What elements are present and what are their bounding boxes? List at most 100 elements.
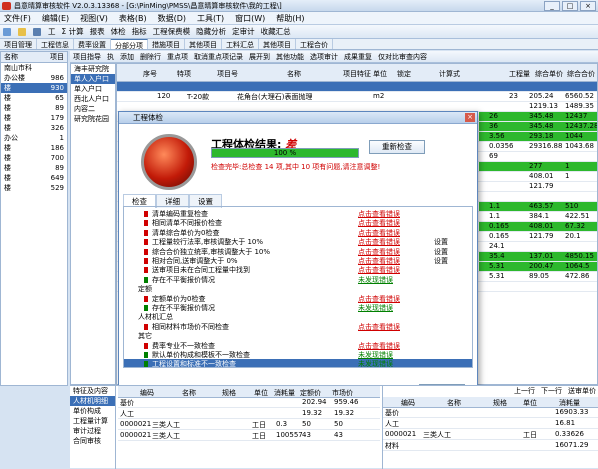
tree-item[interactable]: 南山市科 [1,63,67,73]
nav-item[interactable]: 内容二 [71,104,115,114]
project-tree: 名称 项目 南山市科 办公楼 986 楼 930 楼 65 楼 89 楼 179 楼 326 办公 1 楼 186… [0,51,68,386]
tree-item[interactable]: 楼 930 [1,83,67,93]
tb-report[interactable]: 报表 [90,26,105,37]
recheck-button[interactable]: 重新检查 [369,140,425,154]
tab-total[interactable]: 工程合价 [296,39,333,49]
maximize-button[interactable]: □ [562,1,578,11]
tree-item[interactable]: 楼 186 [1,143,67,153]
bottom-side-item[interactable]: 审计过程 [70,426,115,436]
tb2-dup[interactable]: 成果重复 [344,52,372,62]
save-icon[interactable] [33,27,41,36]
result-orb-icon [141,134,197,190]
tree-item-label: 楼 [4,84,11,92]
tree-item[interactable]: 楼 326 [1,123,67,133]
table-row[interactable]: 材料 16071.29 [383,441,598,451]
tb2-other[interactable]: 其他功能 [276,52,304,62]
table-row[interactable]: 人工 16.81 [383,419,598,429]
nav-item[interactable]: 单人入户口 [71,74,115,84]
tree-item[interactable]: 楼 700 [1,153,67,163]
check-status-link[interactable]: 未发现错误 [358,359,393,367]
tree-item[interactable]: 楼 65 [1,93,67,103]
tab-rate[interactable]: 费率设置 [74,39,111,49]
menu-edit[interactable]: 编辑(E) [42,13,69,24]
nav-item[interactable]: 西北人户口 [71,94,115,104]
tree-item[interactable]: 楼 649 [1,173,67,183]
nav-item[interactable]: 单入户口 [71,84,115,94]
table-row[interactable]: 0000021 三类人工 工日 0.33626 [383,430,598,440]
table-cell: 工日 [252,421,266,429]
tree-item-value: 179 [50,114,64,122]
close-button[interactable]: × [580,1,596,11]
table-cell: 463.57 [529,202,554,210]
tb2-add[interactable]: 添加 [120,52,134,62]
tb-hide[interactable]: 隐藏分析 [196,26,226,37]
table-cell: 36 [489,122,498,130]
table-cell: 16903.33 [555,408,589,416]
bottom-side-item[interactable]: 人材机明细 [70,396,115,406]
bottom-side-item[interactable]: 合同审核 [70,436,115,446]
tb2-expand[interactable]: 展开到 [249,52,270,62]
new-icon[interactable] [3,27,11,36]
tree-item[interactable]: 楼 89 [1,103,67,113]
table-row[interactable]: 基价 202.94 959.46 [118,398,380,408]
bottom-side-item[interactable]: 特征及内容 [70,386,115,396]
table-row[interactable]: 基价 16903.33 [383,408,598,418]
bottom-side-item[interactable]: 单价构成 [70,406,115,416]
tree-item[interactable]: 办公楼 986 [1,73,67,83]
tb2-key[interactable]: 重点项 [167,52,188,62]
dialog-close-icon[interactable]: × [465,113,475,122]
tb2-compare[interactable]: 仅对比审查内容 [378,52,427,62]
minimize-button[interactable]: _ [544,1,560,11]
tree-item[interactable]: 楼 89 [1,163,67,173]
nav-item[interactable]: 研究院花园 [71,114,115,124]
table-row[interactable]: 0000021 三类人工 工日 0.3 50 50 [118,420,380,430]
tb-work[interactable]: 工 [48,26,56,37]
menu-data[interactable]: 数据(D) [158,13,186,24]
tab-project[interactable]: 项目管理 [0,39,37,49]
grid-row-selected[interactable] [117,82,597,92]
table-row[interactable]: 人工 19.32 19.32 [118,409,380,419]
tb-fee[interactable]: 工程保费模 [153,26,191,37]
tree-item[interactable]: 办公 1 [1,133,67,143]
tab-info[interactable]: 工程信息 [37,39,74,49]
tb-check[interactable]: 体检 [111,26,126,37]
menu-table[interactable]: 表格(B) [119,13,147,24]
tb-audit[interactable]: 定审计 [232,26,255,37]
table-row[interactable]: 120 T-20款 花角台(大理石)表面抛理 m2 23 205.24 6560… [117,92,597,102]
tab-items[interactable]: 分部分项 [111,39,148,50]
table-row[interactable]: 0000021 三类人工 工日 100557 43 43 [118,431,380,441]
tb2-unkey[interactable]: 取消重点项记录 [194,52,243,62]
check-ok-icon [144,305,148,311]
tb2-guide[interactable]: 项目指导 [73,52,101,62]
tb-calc[interactable]: Σ 计算 [62,26,84,37]
tree-item[interactable]: 楼 179 [1,113,67,123]
bottom-left-grid: 编码 名称 规格 单位 消耗量 定额价 市场价 基价 202.94 959.46 人工… [118,386,380,469]
menu-tools[interactable]: 工具(T) [197,13,224,24]
tree-item[interactable]: 楼 529 [1,183,67,193]
nav-item[interactable]: 海丰研究院 [71,64,115,74]
prev-row-button[interactable]: 上一行 [514,386,535,397]
check-list: 清单编码重复检查 点击查看错误 相同清单不同报价检查 点击查看错误 清单综合单价为0检查… [123,206,473,368]
tb-index[interactable]: 指标 [132,26,147,37]
submit-price-button[interactable]: 送审单价 [568,386,596,397]
menu-window[interactable]: 窗口(W) [235,13,265,24]
menu-help[interactable]: 帮助(H) [276,13,304,24]
check-item[interactable]: 工程设置和标准不一致检查 未发现错误 [124,359,472,367]
tab-measures[interactable]: 措施项目 [148,39,185,49]
tab-other[interactable]: 其他项目 [185,39,222,49]
next-row-button[interactable]: 下一行 [541,386,562,397]
tab-materials[interactable]: 工料汇总 [222,39,259,49]
bottom-side-item[interactable]: 工程量计算 [70,416,115,426]
tb-fav[interactable]: 收藏汇总 [261,26,291,37]
open-icon[interactable] [18,27,26,36]
tree-item-label: 楼 [4,114,11,122]
table-cell: 1.1 [489,212,501,220]
tb2-del[interactable]: 删除行 [140,52,161,62]
tb2-exec[interactable]: 执 [107,52,114,62]
tb2-audit[interactable]: 选项审计 [310,52,338,62]
tree-item-value: 65 [55,94,64,102]
tab-other2[interactable]: 其他项目 [259,39,296,49]
menu-view[interactable]: 视图(V) [80,13,108,24]
menu-file[interactable]: 文件(F) [4,13,31,24]
table-cell: 1044 [565,132,583,140]
